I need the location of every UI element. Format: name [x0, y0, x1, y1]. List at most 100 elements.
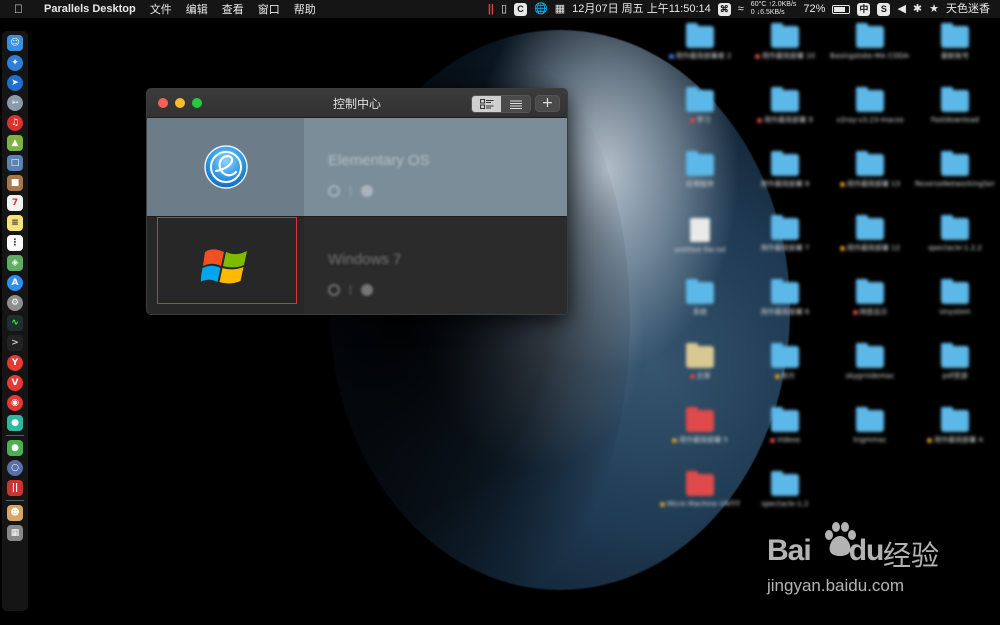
shortcut-app-icon[interactable]: ⌘: [717, 2, 731, 16]
battery-icon[interactable]: [832, 4, 851, 14]
menu-bar:  Parallels Desktop 文件 编辑 查看 窗口 帮助 || ▯ …: [0, 0, 1000, 18]
desktop-item[interactable]: 学习: [660, 87, 740, 125]
compass-icon[interactable]: ➤: [7, 75, 23, 91]
desktop-item[interactable]: pdf资源: [915, 343, 995, 381]
android-icon[interactable]: ▲: [7, 135, 23, 151]
desktop-item[interactable]: 用作最简部署 8: [745, 151, 825, 189]
menu-edit[interactable]: 编辑: [186, 1, 208, 17]
desktop-item[interactable]: 用作最简部署 7: [745, 215, 825, 253]
desktop-item[interactable]: 系统: [660, 279, 740, 317]
app-green-icon[interactable]: ●: [7, 415, 23, 431]
gear-icon[interactable]: [361, 185, 373, 197]
preview-icon[interactable]: □: [7, 155, 23, 171]
desktop-item[interactable]: 用作最简部署 4: [915, 407, 995, 445]
desktop-item[interactable]: untitled file.txt: [660, 218, 740, 255]
network-stats[interactable]: 60°C ↑2.0KB/s 0 ↓6.5KB/s: [751, 1, 797, 17]
desktop-item[interactable]: spectacle-1.2.2: [915, 215, 995, 253]
wifi-icon[interactable]: ≈: [738, 0, 744, 18]
input-method[interactable]: 中: [857, 2, 871, 16]
terminal-icon[interactable]: >: [7, 335, 23, 351]
desktop-item[interactable]: v2ray-v3.23-macos: [830, 87, 910, 125]
desktop-item[interactable]: 用作最简部署 5: [660, 407, 740, 445]
desktop-item[interactable]: ReverseNetworkingServer_1.2.0: [915, 151, 995, 189]
volume-icon[interactable]: ◀: [897, 0, 905, 18]
thumbnail-view-button[interactable]: [472, 96, 501, 112]
launchpad-icon[interactable]: ➳: [7, 95, 23, 111]
desktop-item[interactable]: 用作最简部署 12: [830, 215, 910, 253]
gear-icon[interactable]: [361, 284, 373, 296]
desktop-item[interactable]: 用作最简部署 6: [745, 279, 825, 317]
desktop-item-text: Fastdownload: [931, 116, 979, 124]
bluetooth-icon[interactable]: ✱: [913, 0, 922, 18]
power-icon[interactable]: [328, 284, 340, 296]
s-app-icon[interactable]: S: [877, 2, 891, 16]
clock-text[interactable]: 12月07日 周五 上午11:50:14: [572, 0, 711, 18]
globe-icon[interactable]: 🌐: [534, 0, 548, 18]
desktop-item[interactable]: 用作最简部署 9: [745, 87, 825, 125]
desktop-item[interactable]: 文章: [660, 343, 740, 381]
vm-thumbnail[interactable]: [147, 217, 304, 314]
qq-icon[interactable]: ○: [7, 460, 23, 476]
menu-file[interactable]: 文件: [150, 1, 172, 17]
parallels-status-icon[interactable]: ||: [488, 0, 494, 18]
notes-icon[interactable]: ≡: [7, 215, 23, 231]
desktop-item[interactable]: Fastdownload: [915, 87, 995, 125]
desktop-item[interactable]: 用作最简部署者 2: [660, 23, 740, 61]
desktop-item[interactable]: Basingstoke-MA CODA-GOG: [830, 23, 910, 61]
desktop-item[interactable]: 用作最简部署 10: [745, 23, 825, 61]
control-center-window: 控制中心 + Elementary OS Windows 7: [146, 88, 568, 315]
system-preferences-icon[interactable]: ⚙: [7, 295, 23, 311]
color-tag: [927, 437, 933, 443]
list-view-button[interactable]: [501, 96, 530, 112]
vm-row-elementary-os[interactable]: Elementary OS: [147, 118, 567, 216]
trash-icon[interactable]: ▦: [7, 525, 23, 541]
desktop-item[interactable]: Micro Machine UNTITLED: [660, 471, 740, 509]
safari-icon[interactable]: ✦: [7, 55, 23, 71]
message-icon[interactable]: ▯: [501, 0, 507, 18]
reminders-icon[interactable]: ⋮: [7, 235, 23, 251]
star-icon[interactable]: ★: [929, 0, 939, 18]
yandex-icon[interactable]: Y: [7, 355, 23, 371]
desktop-item[interactable]: spectacle-1.2: [745, 471, 825, 509]
maximize-button[interactable]: [192, 98, 202, 108]
parallels-icon[interactable]: ||: [7, 480, 23, 496]
calendar-app-icon[interactable]: 7: [7, 195, 23, 211]
weibo-icon[interactable]: ◉: [7, 395, 23, 411]
desktop-item[interactable]: 最新账号: [915, 23, 995, 61]
apple-menu-icon[interactable]: : [14, 2, 28, 16]
user-name[interactable]: 天色迷香: [946, 0, 990, 18]
desktop-item[interactable]: Videos: [745, 407, 825, 445]
battery-percent[interactable]: 72%: [803, 0, 825, 18]
wechat-icon[interactable]: ●: [7, 440, 23, 456]
add-vm-button[interactable]: +: [535, 95, 560, 112]
app-store-icon[interactable]: A: [7, 275, 23, 291]
notes-book-icon[interactable]: ■: [7, 175, 23, 191]
desktop-item[interactable]: 影片: [745, 343, 825, 381]
close-button[interactable]: [158, 98, 168, 108]
vm-row-windows-7[interactable]: Windows 7: [147, 217, 567, 314]
netease-music-icon[interactable]: ♫: [7, 115, 23, 131]
desktop-item[interactable]: 用作最简部署 13: [830, 151, 910, 189]
desktop-item[interactable]: tngmmac: [830, 407, 910, 445]
traffic-lights: [158, 98, 202, 108]
activity-monitor-icon[interactable]: ∿: [7, 315, 23, 331]
app-menu[interactable]: Parallels Desktop: [44, 3, 136, 15]
folder-icon: [941, 151, 969, 176]
menu-help[interactable]: 帮助: [294, 1, 316, 17]
downloads-folder-icon[interactable]: ☻: [7, 505, 23, 521]
desktop-item[interactable]: skygrnidemac: [830, 343, 910, 381]
desktop-item[interactable]: Unystem: [915, 279, 995, 317]
power-icon[interactable]: [328, 185, 340, 197]
menu-window[interactable]: 窗口: [258, 1, 280, 17]
window-titlebar[interactable]: 控制中心 +: [147, 89, 567, 118]
vivaldi-icon[interactable]: V: [7, 375, 23, 391]
finder-icon[interactable]: ☺: [7, 35, 23, 51]
minimize-button[interactable]: [175, 98, 185, 108]
menu-view[interactable]: 查看: [222, 1, 244, 17]
desktop-item[interactable]: 应用程序: [660, 151, 740, 189]
calendar-icon[interactable]: ▦: [555, 0, 565, 18]
desktop-item[interactable]: 网盘显示: [830, 279, 910, 317]
c-app-icon[interactable]: C: [514, 2, 528, 16]
vm-thumbnail[interactable]: [147, 118, 304, 216]
maps-icon[interactable]: ◈: [7, 255, 23, 271]
